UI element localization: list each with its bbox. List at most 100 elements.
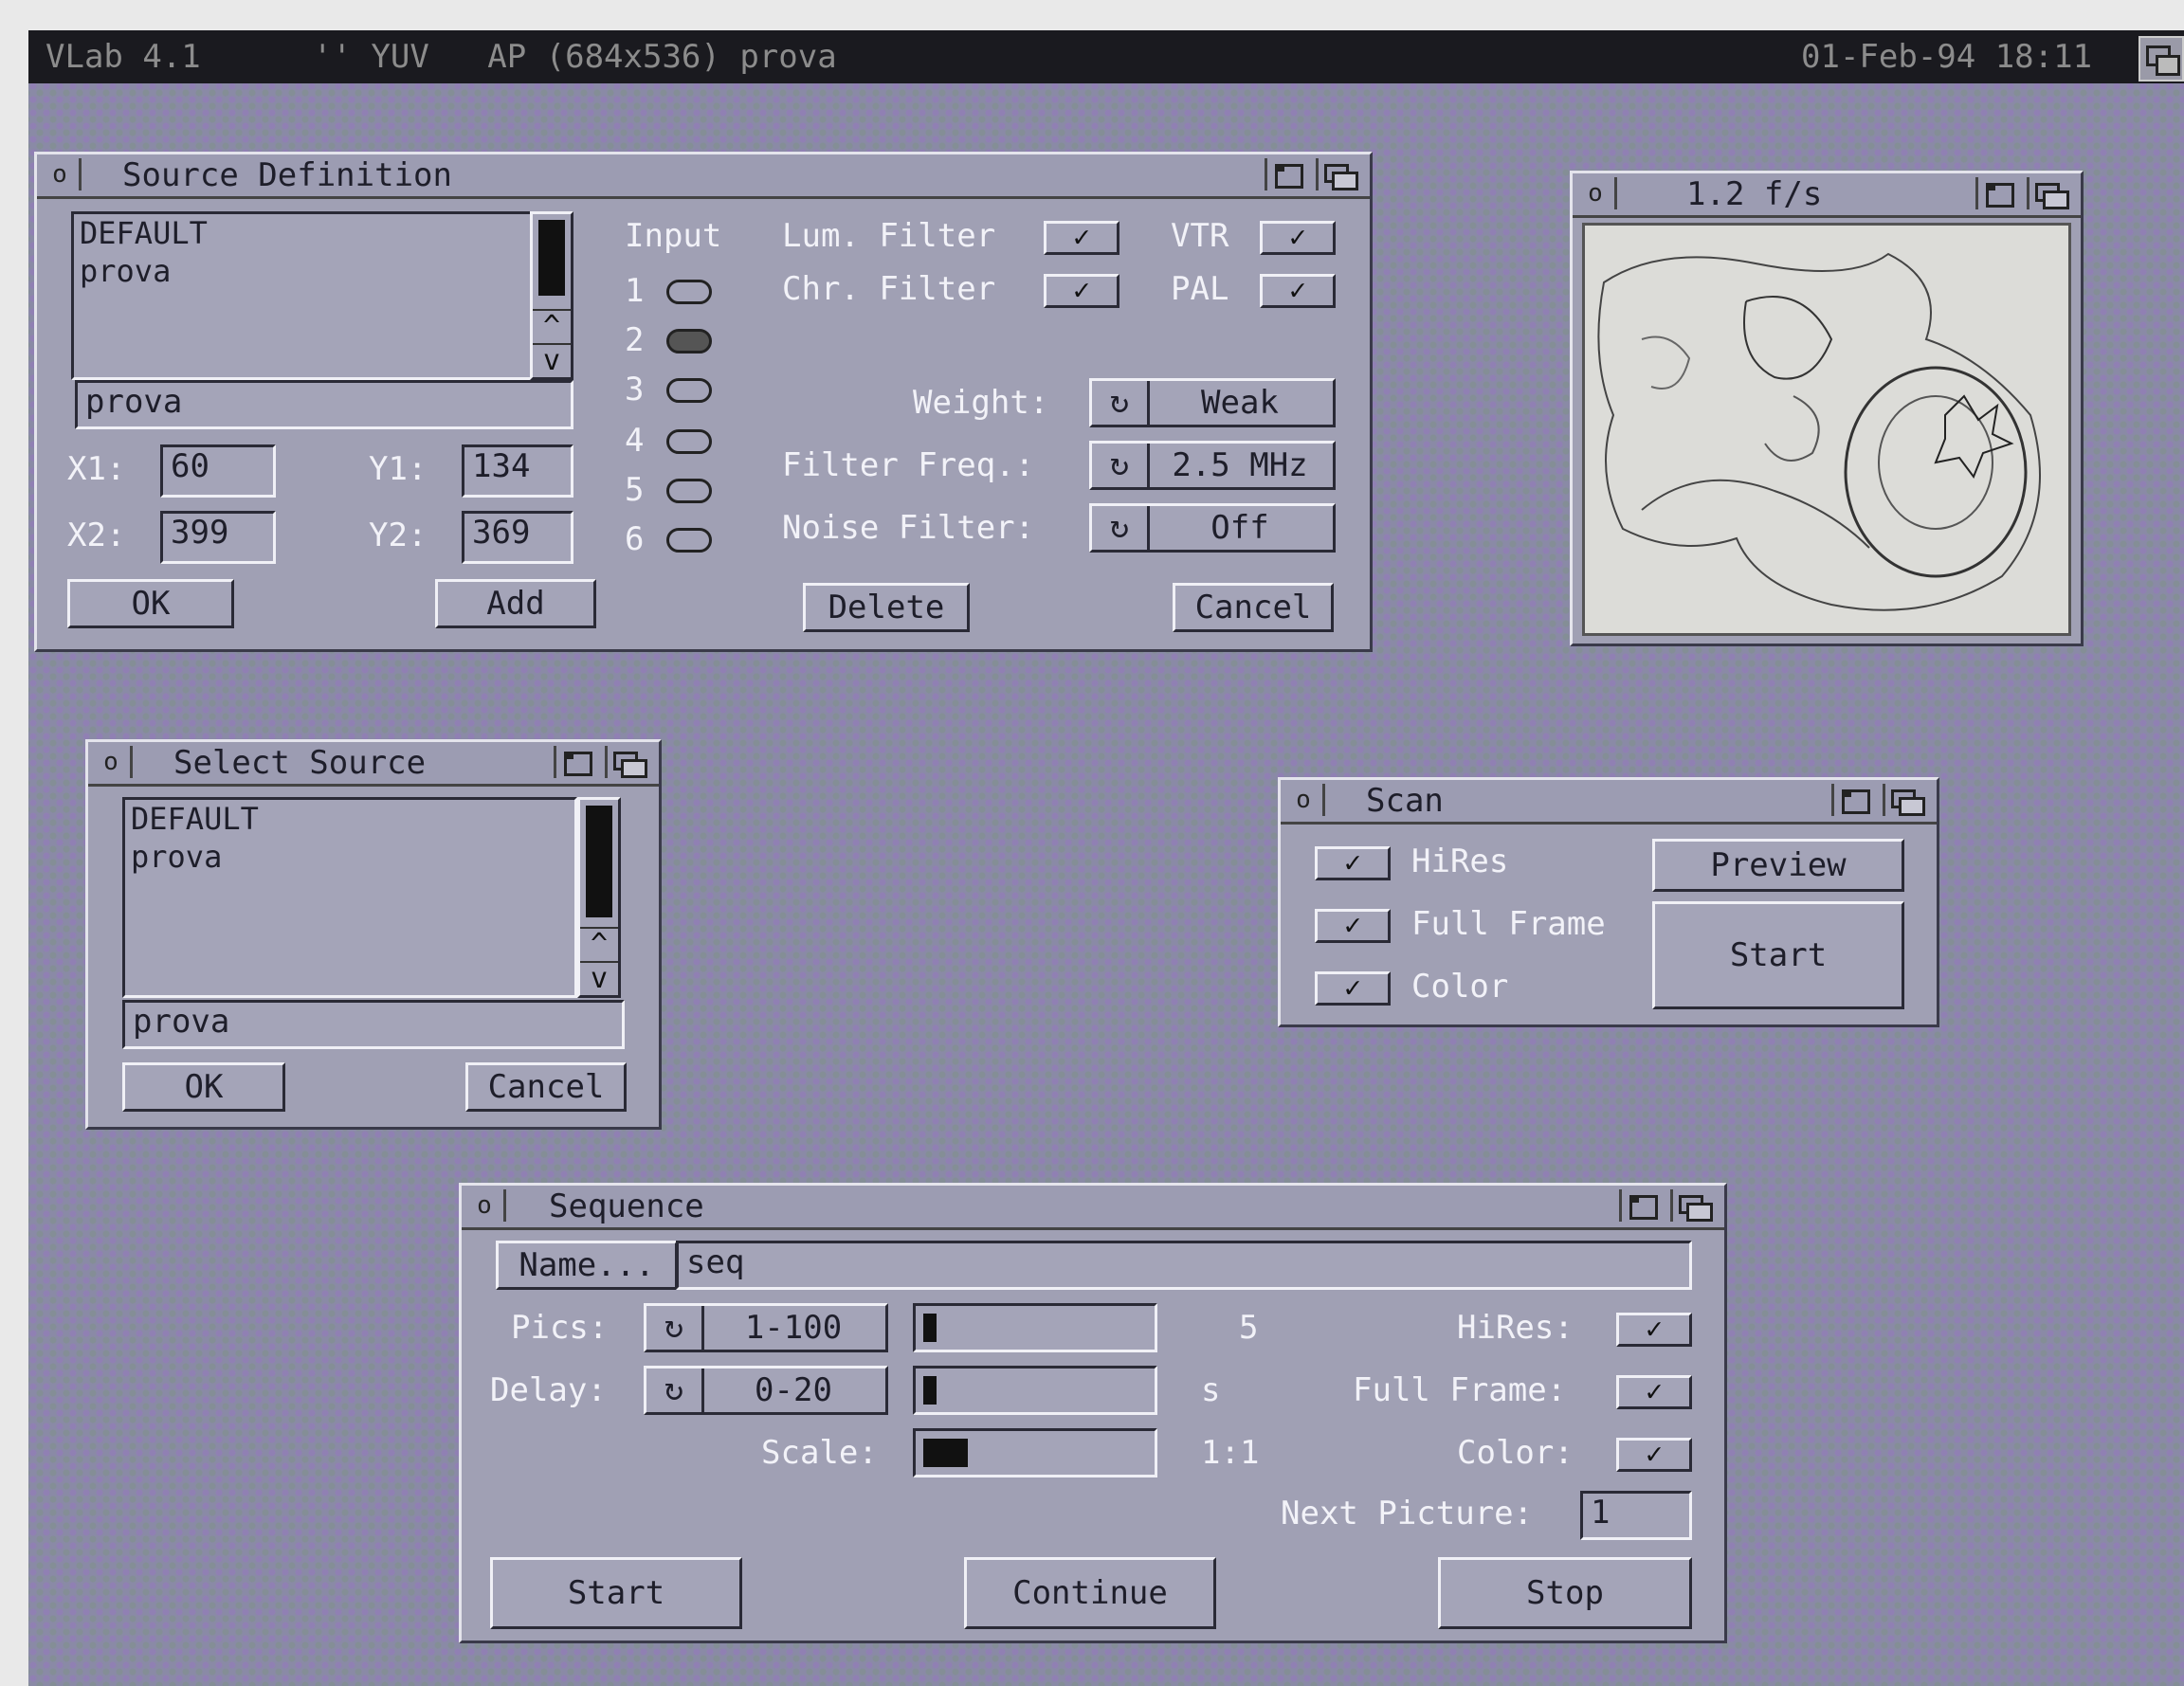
- input-6-radio[interactable]: [666, 528, 712, 553]
- source-list[interactable]: DEFAULT prova: [71, 211, 536, 380]
- x2-field[interactable]: 399: [160, 511, 276, 564]
- zoom-gadget-icon[interactable]: [554, 746, 598, 778]
- select-source-window: o Select Source DEFAULT prova ^ v prova …: [85, 739, 662, 1130]
- noise-filter-value: Off: [1210, 509, 1269, 547]
- zoom-gadget-icon[interactable]: [1831, 784, 1876, 816]
- continue-button[interactable]: Continue: [964, 1557, 1216, 1629]
- delete-button[interactable]: Delete: [803, 583, 970, 632]
- source-definition-titlebar[interactable]: o Source Definition: [37, 154, 1370, 199]
- list-item[interactable]: DEFAULT: [74, 214, 533, 252]
- picture-sketch-icon: [1597, 252, 2041, 611]
- slider-knob[interactable]: [923, 1314, 937, 1342]
- list-item[interactable]: prova: [125, 838, 574, 876]
- filter-freq-value: 2.5 MHz: [1172, 446, 1308, 484]
- delay-slider[interactable]: [913, 1366, 1157, 1415]
- next-picture-field[interactable]: 1: [1580, 1491, 1692, 1540]
- sequence-titlebar[interactable]: o Sequence: [462, 1186, 1724, 1230]
- hires-checkbox[interactable]: ✓: [1616, 1313, 1692, 1347]
- source-list-scrollbar[interactable]: ^ v: [577, 797, 621, 998]
- delay-label: Delay:: [490, 1371, 607, 1409]
- preview-button[interactable]: Preview: [1652, 839, 1904, 892]
- ok-button[interactable]: OK: [67, 579, 234, 628]
- window-title: Select Source: [173, 744, 427, 782]
- scroll-down-icon[interactable]: v: [533, 343, 571, 377]
- close-gadget-icon[interactable]: o: [92, 746, 133, 778]
- close-gadget-icon[interactable]: o: [1576, 177, 1617, 209]
- cancel-button[interactable]: Cancel: [1173, 583, 1334, 632]
- scroll-up-icon[interactable]: ^: [580, 927, 618, 961]
- scale-label: Scale:: [761, 1434, 878, 1472]
- y2-field[interactable]: 369: [462, 511, 573, 564]
- slider-knob[interactable]: [923, 1376, 937, 1405]
- stop-button[interactable]: Stop: [1438, 1557, 1692, 1629]
- list-item[interactable]: prova: [74, 252, 533, 290]
- window-title: Source Definition: [122, 156, 452, 194]
- name-button[interactable]: Name...: [496, 1241, 678, 1290]
- source-list[interactable]: DEFAULT prova: [122, 797, 577, 998]
- scan-titlebar[interactable]: o Scan: [1281, 780, 1937, 825]
- source-name-field[interactable]: prova: [75, 380, 573, 429]
- scroll-knob[interactable]: [538, 220, 565, 296]
- cancel-button[interactable]: Cancel: [465, 1062, 627, 1112]
- depth-gadget-icon[interactable]: [1883, 784, 1927, 816]
- color-checkbox[interactable]: ✓: [1616, 1438, 1692, 1472]
- input-2-radio[interactable]: [666, 329, 712, 354]
- source-name-field[interactable]: prova: [122, 1000, 625, 1049]
- start-button[interactable]: Start: [1652, 901, 1904, 1009]
- y2-label: Y2:: [369, 517, 428, 554]
- x1-label: X1:: [67, 450, 126, 488]
- x1-field[interactable]: 60: [160, 444, 276, 498]
- slider-knob[interactable]: [923, 1439, 968, 1467]
- input-1-radio[interactable]: [666, 280, 712, 304]
- filter-freq-cycle[interactable]: ↻ 2.5 MHz: [1089, 441, 1336, 490]
- input-4-radio[interactable]: [666, 429, 712, 454]
- depth-gadget-icon[interactable]: [605, 746, 649, 778]
- list-item[interactable]: DEFAULT: [125, 800, 574, 838]
- pics-slider[interactable]: [913, 1303, 1157, 1352]
- add-button[interactable]: Add: [435, 579, 596, 628]
- delay-range-cycle[interactable]: ↻ 0-20: [644, 1366, 888, 1415]
- full-frame-label: Full Frame:: [1353, 1371, 1567, 1409]
- scroll-up-icon[interactable]: ^: [533, 309, 571, 343]
- cycle-icon: ↻: [646, 1306, 704, 1350]
- depth-gadget-icon[interactable]: [1670, 1189, 1715, 1222]
- close-gadget-icon[interactable]: o: [41, 158, 82, 190]
- sequence-name-field[interactable]: seq: [676, 1241, 1692, 1290]
- full-frame-checkbox[interactable]: ✓: [1315, 909, 1391, 943]
- noise-filter-label: Noise Filter:: [782, 509, 1035, 547]
- scroll-down-icon[interactable]: v: [580, 961, 618, 995]
- full-frame-checkbox[interactable]: ✓: [1616, 1375, 1692, 1409]
- zoom-gadget-icon[interactable]: [1265, 158, 1309, 190]
- noise-filter-cycle[interactable]: ↻ Off: [1089, 503, 1336, 553]
- source-list-scrollbar[interactable]: ^ v: [530, 211, 573, 380]
- weight-cycle[interactable]: ↻ Weak: [1089, 378, 1336, 427]
- preview-titlebar[interactable]: o 1.2 f/s: [1573, 173, 2081, 218]
- depth-gadget-icon[interactable]: [1316, 158, 1360, 190]
- y1-field[interactable]: 134: [462, 444, 573, 498]
- preview-window: o 1.2 f/s: [1570, 171, 2084, 646]
- select-source-titlebar[interactable]: o Select Source: [88, 742, 659, 787]
- pics-range-cycle[interactable]: ↻ 1-100: [644, 1303, 888, 1352]
- chr-filter-checkbox[interactable]: ✓: [1044, 274, 1119, 308]
- zoom-gadget-icon[interactable]: [1619, 1189, 1664, 1222]
- input-5-radio[interactable]: [666, 479, 712, 503]
- vtr-checkbox[interactable]: ✓: [1260, 221, 1336, 255]
- scroll-knob[interactable]: [586, 806, 612, 917]
- input-3-radio[interactable]: [666, 378, 712, 403]
- zoom-gadget-icon[interactable]: [1975, 177, 2020, 209]
- start-button[interactable]: Start: [490, 1557, 742, 1629]
- window-title: 1.2 f/s: [1686, 175, 1823, 213]
- hires-checkbox[interactable]: ✓: [1315, 846, 1391, 880]
- weight-value: Weak: [1201, 384, 1279, 422]
- color-checkbox[interactable]: ✓: [1315, 971, 1391, 1006]
- close-gadget-icon[interactable]: o: [1284, 784, 1325, 816]
- pal-checkbox[interactable]: ✓: [1260, 274, 1336, 308]
- screen-top-edge: [0, 0, 2184, 30]
- ok-button[interactable]: OK: [122, 1062, 285, 1112]
- lum-filter-checkbox[interactable]: ✓: [1044, 221, 1119, 255]
- depth-gadget-icon[interactable]: [2027, 177, 2071, 209]
- y1-label: Y1:: [369, 450, 428, 488]
- scale-slider[interactable]: [913, 1428, 1157, 1478]
- screen-depth-gadget-icon[interactable]: [2138, 36, 2184, 82]
- close-gadget-icon[interactable]: o: [465, 1189, 506, 1222]
